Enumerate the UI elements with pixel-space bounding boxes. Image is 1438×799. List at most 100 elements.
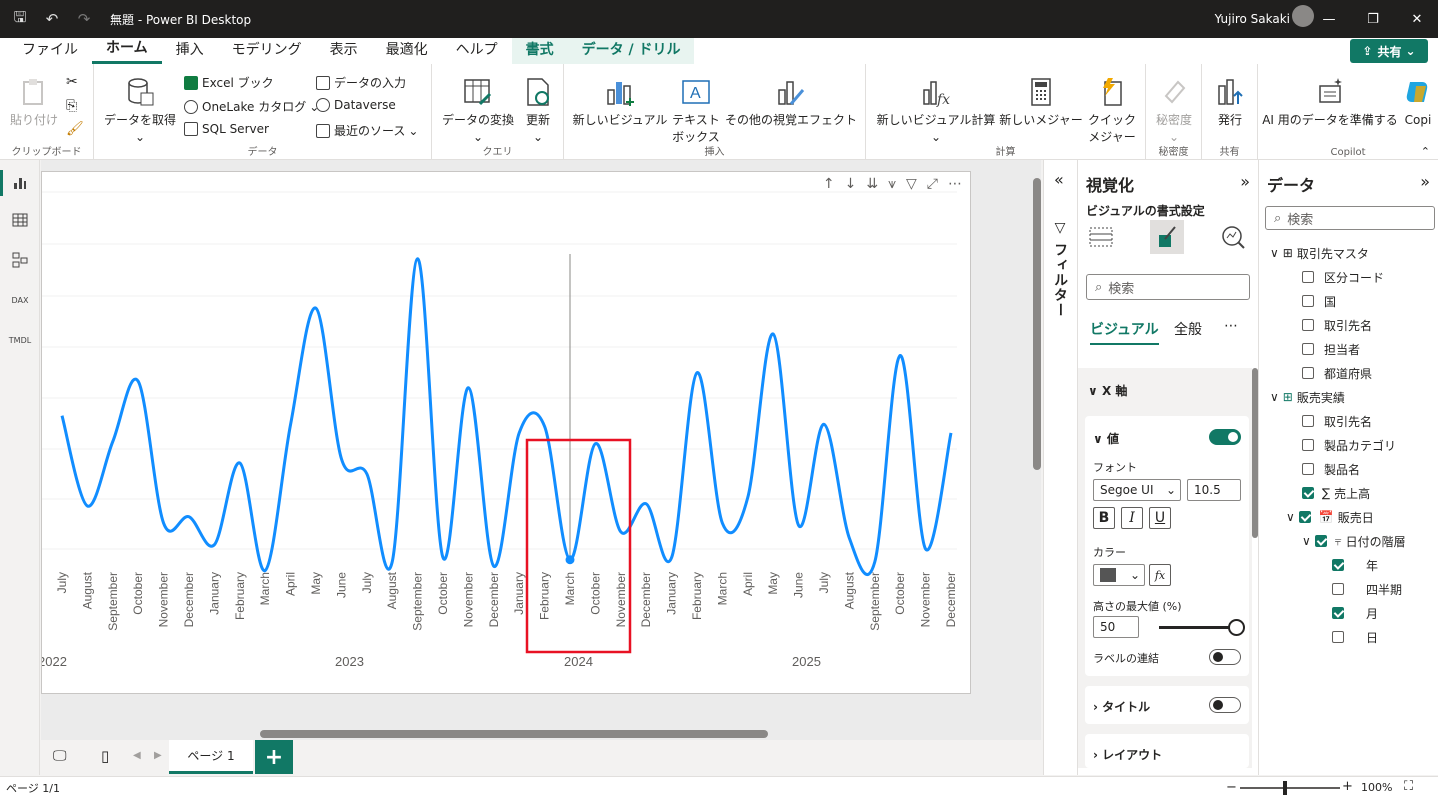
recent-sources-button[interactable]: 最近のソース ⌄ bbox=[316, 122, 418, 139]
viz-search[interactable]: ⌕ 検索 bbox=[1086, 274, 1250, 300]
max-height-slider[interactable] bbox=[1159, 626, 1239, 629]
expand-next-icon[interactable]: ⩛ bbox=[888, 176, 896, 192]
horizontal-scrollbar[interactable] bbox=[260, 730, 768, 738]
transform-data-button[interactable]: データの変換 ⌄ bbox=[438, 76, 518, 146]
more-options-icon[interactable]: ⋯ bbox=[1224, 318, 1238, 334]
paste-button[interactable]: 貼り付け bbox=[6, 76, 62, 129]
page-tab[interactable]: ページ 1 bbox=[169, 740, 253, 774]
prev-page-icon[interactable]: ◀ bbox=[133, 750, 141, 761]
field-sales-date[interactable]: ∨ 📅 販売日 bbox=[1286, 506, 1374, 528]
level-month[interactable]: 月 bbox=[1332, 602, 1378, 624]
user-name[interactable]: Yujiro Sakaki bbox=[1215, 12, 1290, 26]
field-date-hierarchy[interactable]: ∨ ⫧ 日付の階層 bbox=[1302, 530, 1406, 552]
menu-view[interactable]: 表示 bbox=[316, 38, 372, 64]
new-visual-calc-button[interactable]: fx 新しいビジュアル計算 ⌄ bbox=[874, 76, 998, 146]
zoom-in-icon[interactable]: + bbox=[1342, 779, 1353, 794]
sql-server-button[interactable]: SQL Server bbox=[184, 122, 269, 136]
publish-button[interactable]: 発行 bbox=[1206, 76, 1254, 129]
tmdl-icon[interactable]: TMDL bbox=[9, 330, 31, 350]
filters-label[interactable]: ▽ フィルター bbox=[1050, 220, 1070, 318]
field-country[interactable]: 国 bbox=[1302, 290, 1336, 312]
close-icon[interactable]: ✕ bbox=[1394, 0, 1438, 38]
enter-data-button[interactable]: データの入力 bbox=[316, 74, 406, 91]
focus-mode-icon[interactable]: ⤢ bbox=[927, 176, 938, 192]
zoom-out-icon[interactable]: − bbox=[1226, 780, 1237, 795]
copy-icon[interactable]: ⎘ bbox=[66, 98, 77, 114]
bold-button[interactable]: B bbox=[1093, 507, 1115, 529]
menu-optimize[interactable]: 最適化 bbox=[372, 38, 442, 64]
layout-section[interactable]: › レイアウト bbox=[1093, 746, 1162, 763]
sensitivity-button[interactable]: 秘密度 ⌄ bbox=[1150, 76, 1198, 146]
level-day[interactable]: 日 bbox=[1332, 626, 1378, 648]
title-section[interactable]: › タイトル bbox=[1093, 698, 1150, 715]
report-view-icon[interactable] bbox=[10, 173, 30, 193]
field-category-code[interactable]: 区分コード bbox=[1302, 266, 1384, 288]
quick-measure-button[interactable]: クイック メジャー bbox=[1084, 76, 1140, 146]
menu-modeling[interactable]: モデリング bbox=[218, 38, 316, 64]
minimize-icon[interactable]: — bbox=[1306, 0, 1352, 38]
build-visual-icon[interactable] bbox=[1088, 224, 1114, 253]
dax-query-icon[interactable]: DAX bbox=[10, 290, 30, 310]
onelake-button[interactable]: OneLake カタログ ⌄ bbox=[184, 98, 319, 115]
add-page-button[interactable]: + bbox=[255, 740, 293, 774]
field-owner[interactable]: 担当者 bbox=[1302, 338, 1360, 360]
expand-filters-icon[interactable]: « bbox=[1054, 170, 1064, 189]
tab-visual[interactable]: ビジュアル bbox=[1090, 319, 1159, 345]
underline-button[interactable]: U bbox=[1149, 507, 1171, 529]
tab-general[interactable]: 全般 bbox=[1174, 319, 1202, 339]
font-family-select[interactable]: Segoe UI ⌄ bbox=[1093, 479, 1181, 501]
ai-prep-button[interactable]: AI 用のデータを準備する bbox=[1262, 76, 1398, 129]
menu-data-drill[interactable]: データ / ドリル bbox=[567, 38, 695, 64]
expand-all-icon[interactable]: ⇊ bbox=[866, 176, 878, 192]
table-sales[interactable]: ∨ ⊞ 販売実績 bbox=[1270, 386, 1345, 408]
data-point[interactable] bbox=[565, 555, 575, 565]
fx-button[interactable]: fx bbox=[1149, 564, 1171, 586]
excel-button[interactable]: Excel ブック bbox=[184, 74, 274, 91]
series-line[interactable] bbox=[60, 257, 953, 577]
dataverse-button[interactable]: Dataverse bbox=[316, 98, 396, 112]
color-picker[interactable]: ⌄ bbox=[1093, 564, 1145, 586]
level-year[interactable]: 年 bbox=[1332, 554, 1378, 576]
zoom-slider[interactable] bbox=[1240, 787, 1340, 789]
x-axis-section[interactable]: ∨ X 軸 bbox=[1088, 382, 1127, 399]
max-height-input[interactable]: 50 bbox=[1093, 616, 1139, 638]
drill-up-icon[interactable]: ↑ bbox=[823, 176, 835, 192]
filter-icon[interactable]: ▽ bbox=[906, 176, 917, 192]
vertical-scrollbar[interactable] bbox=[1033, 178, 1041, 470]
field-sales-customer[interactable]: 取引先名 bbox=[1302, 410, 1372, 432]
field-customer-name[interactable]: 取引先名 bbox=[1302, 314, 1372, 336]
format-painter-icon[interactable]: 🖌 bbox=[66, 121, 84, 137]
more-options-icon[interactable]: ⋯ bbox=[948, 176, 962, 192]
line-chart-visual[interactable]: July August September October November Decemb… bbox=[41, 171, 971, 694]
values-section[interactable]: ∨ 値 bbox=[1093, 430, 1119, 447]
field-product-category[interactable]: 製品カテゴリ bbox=[1302, 434, 1396, 456]
more-visuals-button[interactable]: その他の視覚エフェクト bbox=[724, 76, 858, 129]
model-view-icon[interactable] bbox=[10, 250, 30, 270]
redo-icon[interactable]: ↷ bbox=[72, 7, 96, 31]
field-product-name[interactable]: 製品名 bbox=[1302, 458, 1360, 480]
table-customer-master[interactable]: ∨ ⊞ 取引先マスタ bbox=[1270, 242, 1369, 264]
menu-format[interactable]: 書式 bbox=[511, 38, 568, 64]
new-visual-button[interactable]: 新しいビジュアル bbox=[572, 76, 668, 129]
menu-insert[interactable]: 挿入 bbox=[162, 38, 218, 64]
copilot-button[interactable]: Copi bbox=[1398, 76, 1438, 129]
save-icon[interactable]: 🖫 bbox=[8, 7, 32, 31]
collapse-ribbon-icon[interactable]: ⌃ bbox=[1421, 145, 1430, 158]
textbox-button[interactable]: A テキスト ボックス bbox=[668, 76, 724, 146]
share-button[interactable]: ⇪ 共有 ⌄ bbox=[1350, 39, 1428, 63]
title-toggle[interactable] bbox=[1209, 697, 1241, 713]
collapse-data-icon[interactable]: » bbox=[1420, 172, 1430, 191]
collapse-viz-icon[interactable]: » bbox=[1240, 172, 1250, 191]
field-prefecture[interactable]: 都道府県 bbox=[1302, 362, 1372, 384]
new-measure-button[interactable]: 新しいメジャー bbox=[998, 76, 1084, 129]
mobile-layout-icon[interactable]: ▯ bbox=[101, 747, 109, 765]
cut-icon[interactable]: ✂ bbox=[66, 74, 78, 90]
menu-file[interactable]: ファイル bbox=[8, 38, 92, 64]
next-page-icon[interactable]: ▶ bbox=[154, 750, 162, 761]
table-view-icon[interactable] bbox=[10, 210, 30, 230]
format-visual-icon[interactable] bbox=[1150, 220, 1184, 254]
drill-down-icon[interactable]: ↓ bbox=[845, 176, 857, 192]
maximize-icon[interactable]: ❐ bbox=[1350, 0, 1396, 38]
desktop-layout-icon[interactable]: 🖵 bbox=[53, 748, 67, 764]
slider-thumb[interactable] bbox=[1228, 619, 1245, 636]
